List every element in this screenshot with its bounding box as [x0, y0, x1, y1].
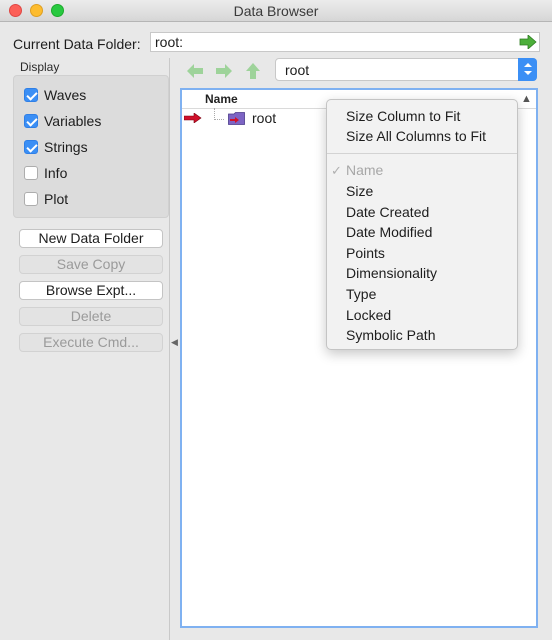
menu-item-points[interactable]: Points	[346, 244, 385, 262]
forward-arrow-icon[interactable]	[215, 63, 233, 79]
menu-separator	[327, 153, 517, 154]
collapse-left-icon[interactable]: ◀	[171, 337, 178, 348]
checkbox-strings[interactable]: Strings	[24, 138, 88, 156]
menu-item-size-column-to-fit[interactable]: Size Column to Fit	[346, 107, 460, 125]
menu-item-locked[interactable]: Locked	[346, 306, 391, 324]
checkbox-variables[interactable]: Variables	[24, 112, 101, 130]
folder-select-value: root	[285, 62, 310, 78]
checkbox-label: Waves	[44, 87, 87, 103]
menu-item-name[interactable]: Name	[346, 161, 383, 179]
checkbox-unchecked-icon[interactable]	[24, 166, 38, 180]
pane-splitter[interactable]	[169, 58, 170, 640]
current-folder-label: Current Data Folder:	[13, 36, 141, 52]
checkbox-unchecked-icon[interactable]	[24, 192, 38, 206]
checkbox-info[interactable]: Info	[24, 164, 67, 182]
menu-item-size-all-columns-to-fit[interactable]: Size All Columns to Fit	[346, 127, 486, 145]
menu-item-symbolic-path[interactable]: Symbolic Path	[346, 326, 435, 344]
menu-item-size[interactable]: Size	[346, 182, 373, 200]
menu-item-date-modified[interactable]: Date Modified	[346, 223, 432, 241]
checkbox-plot[interactable]: Plot	[24, 190, 68, 208]
checkbox-label: Variables	[44, 113, 102, 129]
sort-ascending-icon[interactable]: ▲	[521, 93, 532, 105]
column-context-menu: Size Column to Fit Size All Columns to F…	[326, 99, 518, 350]
current-folder-marker-icon	[184, 113, 202, 123]
menu-item-type[interactable]: Type	[346, 285, 376, 303]
checkbox-checked-icon[interactable]	[24, 88, 38, 102]
display-group-label: Display	[20, 60, 60, 74]
browse-expt-button[interactable]: Browse Expt...	[19, 281, 163, 300]
select-stepper-icon[interactable]	[518, 58, 537, 81]
checkbox-label: Plot	[44, 191, 69, 207]
checkbox-label: Info	[44, 165, 68, 181]
menu-item-dimensionality[interactable]: Dimensionality	[346, 264, 437, 282]
new-data-folder-button[interactable]: New Data Folder	[19, 229, 163, 248]
column-header-name[interactable]: Name	[205, 92, 238, 106]
checkbox-checked-icon[interactable]	[24, 140, 38, 154]
checkbox-checked-icon[interactable]	[24, 114, 38, 128]
go-arrow-icon[interactable]	[519, 35, 537, 49]
data-folder-icon	[228, 112, 245, 125]
delete-button[interactable]: Delete	[19, 307, 163, 326]
checkbox-label: Strings	[44, 139, 88, 155]
tree-connector	[214, 108, 224, 120]
title-bar: Data Browser	[0, 0, 552, 22]
current-folder-field[interactable]: root:	[150, 32, 540, 52]
menu-item-date-created[interactable]: Date Created	[346, 203, 429, 221]
window-title: Data Browser	[233, 3, 319, 19]
back-arrow-icon[interactable]	[186, 63, 204, 79]
checkmark-icon: ✓	[331, 163, 342, 178]
save-copy-button[interactable]: Save Copy	[19, 255, 163, 274]
folder-select[interactable]: root	[275, 58, 537, 81]
checkbox-waves[interactable]: Waves	[24, 86, 86, 104]
up-arrow-icon[interactable]	[244, 63, 262, 79]
execute-cmd-button[interactable]: Execute Cmd...	[19, 333, 163, 352]
list-item-root[interactable]: root	[252, 110, 276, 126]
